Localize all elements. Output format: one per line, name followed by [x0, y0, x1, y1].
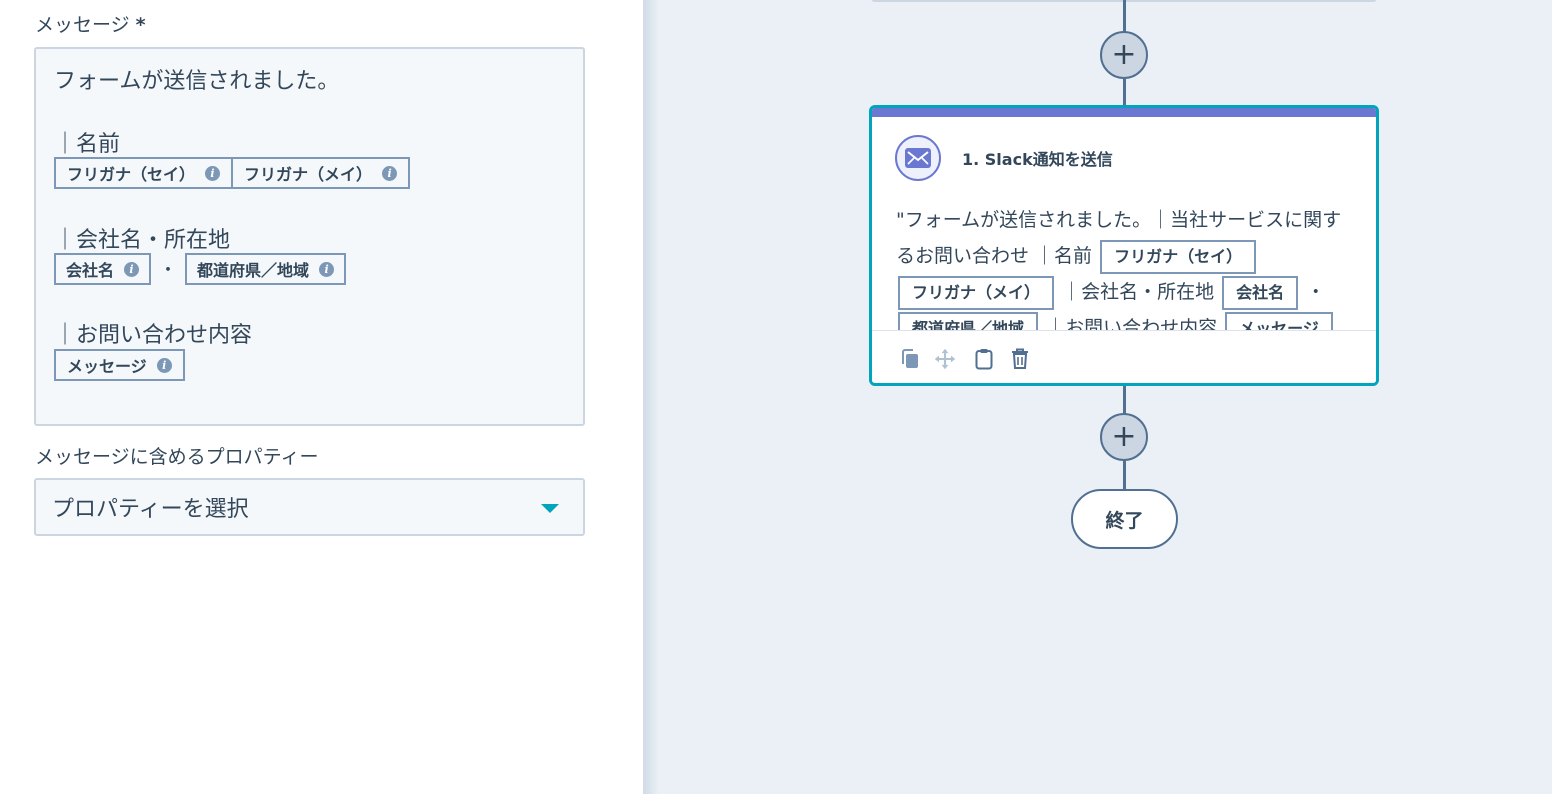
- company-separator: ・: [159, 260, 178, 281]
- slack-action-card[interactable]: 1. Slack通知を送信 "フォームが送信されました。｜当社サービスに関するお…: [869, 105, 1379, 386]
- token-chip-message[interactable]: メッセージ i: [54, 349, 185, 381]
- info-icon[interactable]: i: [382, 165, 398, 181]
- properties-select-value: プロパティーを選択: [52, 497, 249, 522]
- add-action-button[interactable]: +: [1100, 31, 1148, 79]
- connector-line: [1123, 0, 1126, 32]
- required-mark: *: [135, 14, 146, 36]
- preview-chip: フリガナ（メイ）: [898, 275, 1055, 310]
- card-message-preview: "フォームが送信されました。｜当社サービスに関するお問い合わせ ｜名前 フリガナ…: [896, 202, 1358, 332]
- token-chip-prefecture[interactable]: 都道府県／地域 i: [185, 253, 347, 285]
- message-editor[interactable]: フォームが送信されました。 ｜名前 フリガナ（セイ） i フリガナ（メイ） i …: [34, 47, 585, 426]
- clipboard-icon[interactable]: [973, 347, 995, 371]
- end-node: 終了: [1071, 489, 1178, 549]
- card-title: 1. Slack通知を送信: [962, 150, 1113, 169]
- connector-line: [1123, 79, 1126, 107]
- card-top-bar: [872, 108, 1376, 117]
- message-line-intro: フォームが送信されました。: [54, 69, 340, 94]
- info-icon[interactable]: i: [156, 357, 172, 373]
- move-icon[interactable]: [934, 347, 956, 371]
- card-toolbar: [872, 330, 1376, 383]
- name-heading: ｜名前: [54, 132, 121, 157]
- properties-select[interactable]: プロパティーを選択: [34, 478, 585, 536]
- workflow-canvas[interactable]: + 1. Slack通知を送信 "フォームが送信されました。｜当社サービスに関す…: [643, 0, 1552, 794]
- edit-action-panel: メッセージ * フォームが送信されました。 ｜名前 フリガナ（セイ） i フリガ…: [0, 0, 643, 794]
- company-heading: ｜会社名・所在地: [54, 228, 231, 253]
- preview-chip: 都道府県／地域: [898, 311, 1039, 332]
- token-chip-furigana-sei[interactable]: フリガナ（セイ） i: [54, 157, 234, 189]
- properties-label: メッセージに含めるプロパティー: [35, 446, 319, 468]
- preview-chip: フリガナ（セイ）: [1100, 239, 1257, 274]
- company-chip-row: 会社名 i ・ 都道府県／地域 i: [54, 253, 347, 285]
- message-label: メッセージ *: [35, 14, 146, 36]
- connector-line: [1123, 386, 1126, 414]
- add-action-button[interactable]: +: [1100, 413, 1148, 461]
- name-chip-row: フリガナ（セイ） i フリガナ（メイ） i: [54, 157, 411, 189]
- envelope-icon: [895, 135, 941, 181]
- trash-icon[interactable]: [1009, 347, 1031, 371]
- clone-icon[interactable]: [899, 347, 921, 371]
- preview-chip: 会社名: [1222, 275, 1299, 310]
- inquiry-heading: ｜お問い合わせ内容: [54, 323, 253, 348]
- connector-line: [1123, 461, 1126, 491]
- plus-icon: +: [1111, 37, 1137, 72]
- info-icon[interactable]: i: [205, 165, 221, 181]
- preview-chip: メッセージ: [1225, 311, 1333, 332]
- inquiry-chip-row: メッセージ i: [54, 349, 185, 381]
- info-icon[interactable]: i: [319, 261, 335, 277]
- token-chip-furigana-mei[interactable]: フリガナ（メイ） i: [233, 157, 411, 189]
- caret-down-icon: [541, 504, 559, 513]
- plus-icon: +: [1111, 419, 1137, 454]
- token-chip-company[interactable]: 会社名 i: [54, 253, 152, 285]
- info-icon[interactable]: i: [124, 261, 140, 277]
